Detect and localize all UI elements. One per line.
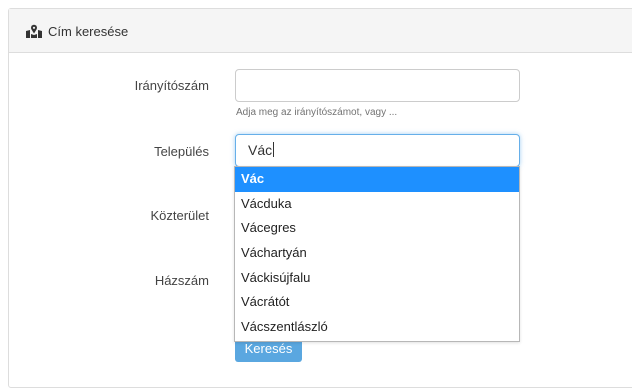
text-cursor	[273, 142, 275, 157]
city-input[interactable]: Vác	[235, 134, 520, 167]
panel-heading: Cím keresése	[9, 9, 632, 53]
postcode-label: Irányítószám	[134, 78, 209, 93]
street-label: Közterület	[150, 208, 209, 223]
postcode-input[interactable]	[235, 69, 520, 102]
autocomplete-dropdown: Vác Vácduka Vácegres Váchartyán Váckisúj…	[234, 166, 520, 342]
autocomplete-item[interactable]: Vácegres	[235, 216, 519, 241]
autocomplete-item[interactable]: Vácszentlászló	[235, 315, 519, 340]
autocomplete-item[interactable]: Vácrátót	[235, 290, 519, 315]
autocomplete-item[interactable]: Váchartyán	[235, 241, 519, 266]
panel-title-text: Cím keresése	[48, 23, 129, 39]
map-icon	[26, 24, 42, 38]
autocomplete-item[interactable]: Váckisújfalu	[235, 266, 519, 291]
city-label: Település	[154, 144, 209, 159]
postcode-help-text: Adja meg az irányítószámot, vagy ...	[236, 107, 398, 118]
panel-title: Cím keresése	[26, 23, 128, 39]
autocomplete-item[interactable]: Vác	[235, 167, 519, 192]
house-number-label: Házszám	[154, 273, 209, 288]
autocomplete-item[interactable]: Vácduka	[235, 192, 519, 217]
city-input-value: Vác	[248, 142, 273, 158]
